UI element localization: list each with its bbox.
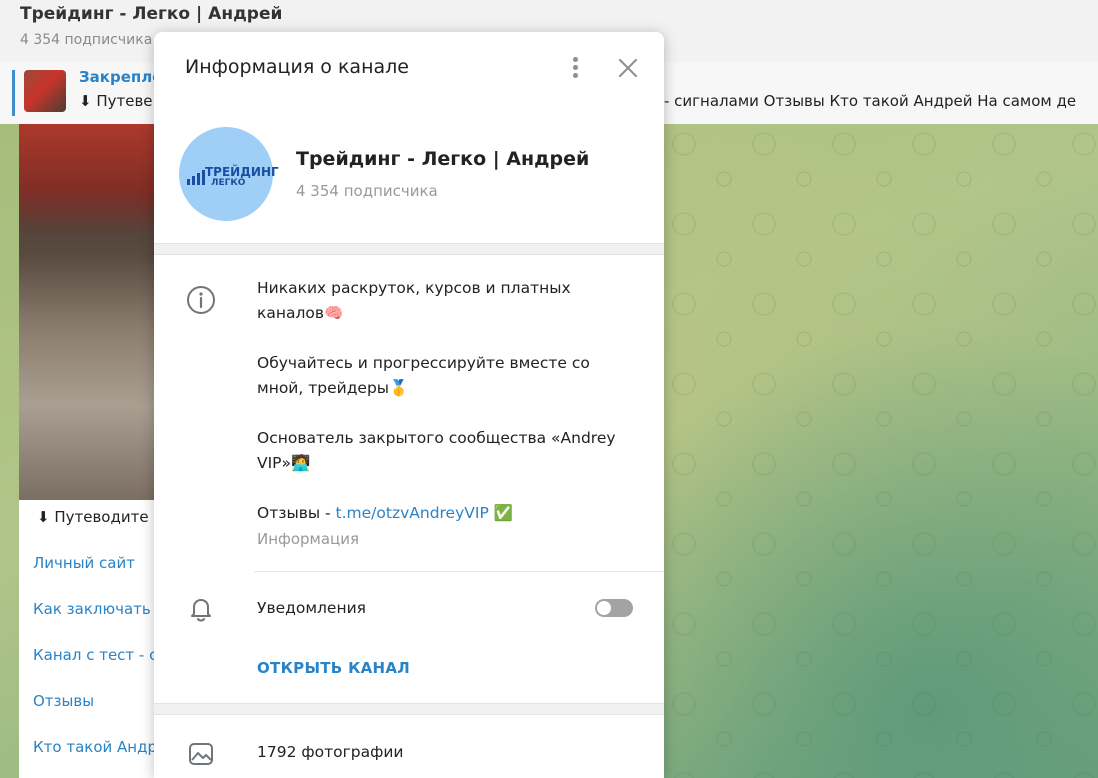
message-header: ⬇ Путеводите [37,508,149,526]
chat-wallpaper-pattern [664,124,1098,778]
info-caption: Информация [257,530,360,548]
message-link[interactable]: Отзывы [33,692,94,710]
photo-icon [185,738,217,770]
channel-description: Никаких раскруток, курсов и платных кана… [257,276,617,526]
pinned-text: ⬇ Путеве [79,92,153,110]
message-photo-car [19,124,159,234]
channel-subscribers: 4 354 подписчика [296,182,438,200]
open-channel-button[interactable]: ОТКРЫТЬ КАНАЛ [257,659,410,677]
toggle-knob [597,601,611,615]
modal-title: Информация о канале [185,56,409,78]
message-link[interactable]: Личный сайт [33,554,135,572]
reviews-suffix: ✅ [488,504,514,522]
message-bubble [19,500,159,778]
channel-info-modal: Информация о канале ТРЕЙДИНГ ЛЕГКО Трейд… [154,32,664,778]
description-line: Основатель закрытого сообщества «Andrey … [257,429,616,472]
message-link[interactable]: Канал с тест - с [33,646,157,664]
channel-name: Трейдинг - Легко | Андрей [296,148,590,170]
description-line: Обучайтесь и прогрессируйте вместе со мн… [257,354,590,397]
photos-count[interactable]: 1792 фотографии [257,743,404,761]
logo-subtext: ЛЕГКО [211,178,246,188]
close-icon[interactable] [616,56,640,80]
description-reviews: Отзывы - t.me/otzvAndreyVIP ✅ [257,501,617,526]
bell-icon [185,593,217,625]
description-line: Никаких раскруток, курсов и платных кана… [257,279,571,322]
chat-title[interactable]: Трейдинг - Легко | Андрей [20,4,282,24]
reviews-prefix: Отзывы - [257,504,336,522]
pinned-text-tail: - сигналами Отзывы Кто такой Андрей На с… [664,92,1077,110]
reviews-link[interactable]: t.me/otzvAndreyVIP [336,504,489,522]
message-link[interactable]: Кто такой Андр [33,738,157,756]
pinned-accent [12,70,15,116]
channel-avatar[interactable]: ТРЕЙДИНГ ЛЕГКО [179,127,279,221]
chat-subscribers: 4 354 подписчика [20,32,153,48]
section-separator [154,703,664,715]
pinned-title: Закрепле [79,68,163,86]
section-separator [154,243,664,255]
notifications-label: Уведомления [257,599,366,617]
notifications-toggle[interactable] [595,599,633,617]
info-icon [185,284,217,316]
pinned-thumbnail [24,70,66,112]
more-vertical-icon[interactable] [565,56,585,80]
message-link[interactable]: Как заключать [33,600,151,618]
row-divider [254,571,664,572]
chart-bars-icon [187,170,205,185]
logo-text: ТРЕЙДИНГ [205,165,279,179]
